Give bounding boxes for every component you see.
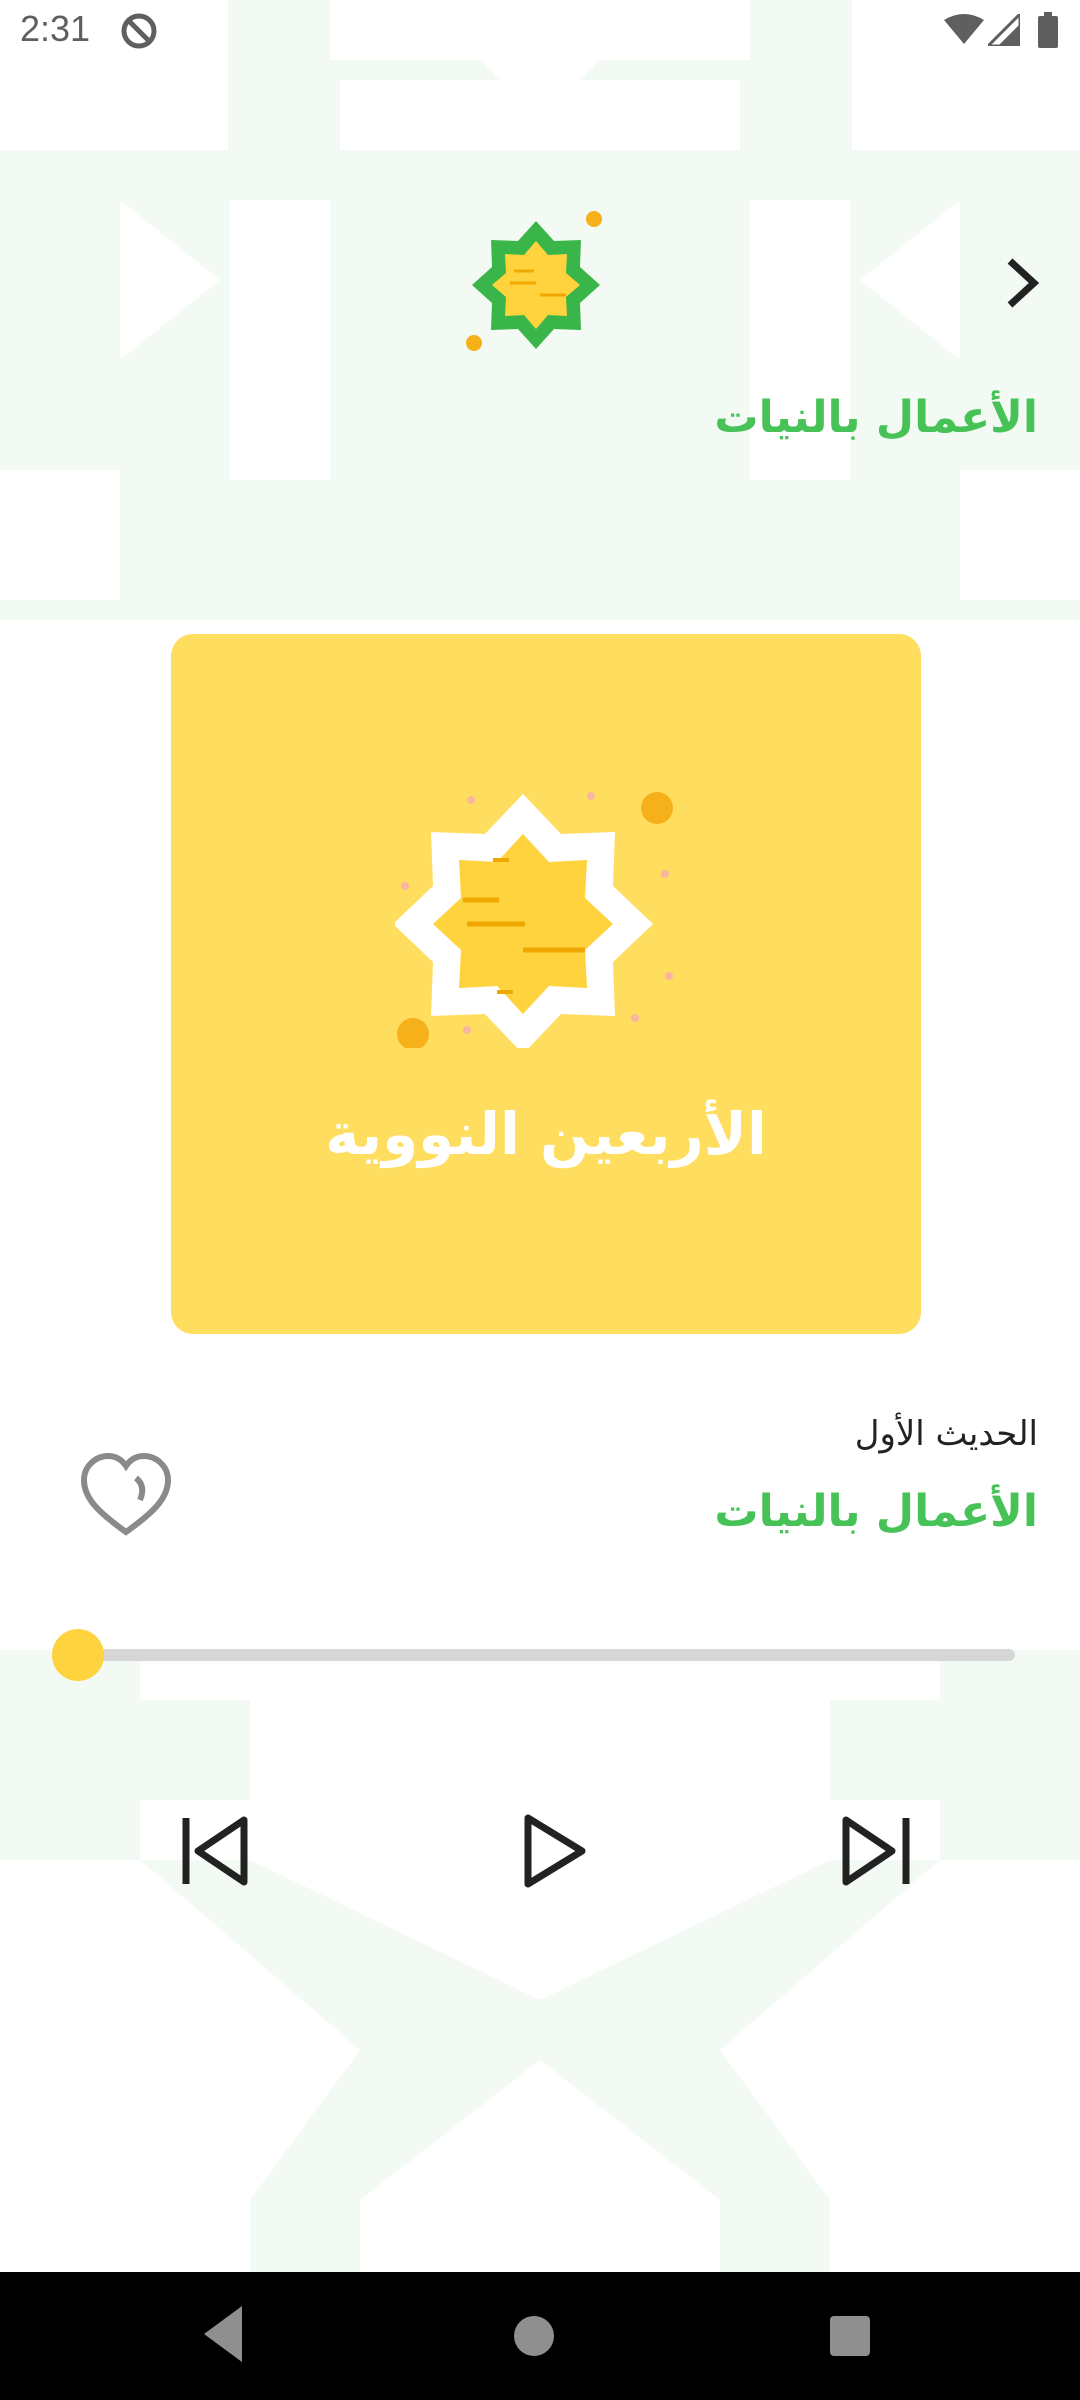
track-number-label: الحديث الأول [854,1414,1038,1454]
chevron-right-icon[interactable] [1000,255,1048,311]
seek-bar-thumb[interactable] [52,1629,104,1681]
recents-square-icon[interactable] [828,2314,872,2358]
header-title: الأعمال بالنيات [714,392,1038,443]
skip-next-icon[interactable] [832,1806,922,1896]
cover-title: الأربعين النووية [325,1100,767,1168]
status-time: 2:31 [20,8,91,49]
system-navigation-bar [0,2272,1080,2400]
cellular-signal-icon [988,14,1020,46]
seek-bar[interactable] [80,1649,1015,1661]
app-logo-icon [466,211,602,351]
track-title: الأعمال بالنيات [714,1486,1038,1537]
skip-previous-icon[interactable] [172,1806,262,1896]
back-triangle-icon[interactable] [200,2302,248,2366]
home-circle-icon[interactable] [512,2314,556,2358]
album-cover: الأربعين النووية [171,634,921,1334]
play-icon[interactable] [508,1806,598,1896]
battery-icon [1038,12,1058,48]
heart-icon[interactable] [78,1450,174,1546]
eight-point-star-scroll-icon [395,792,673,1048]
wifi-icon [944,14,984,44]
do-not-disturb-icon [121,13,157,49]
status-bar: 2:31 [0,0,1080,64]
